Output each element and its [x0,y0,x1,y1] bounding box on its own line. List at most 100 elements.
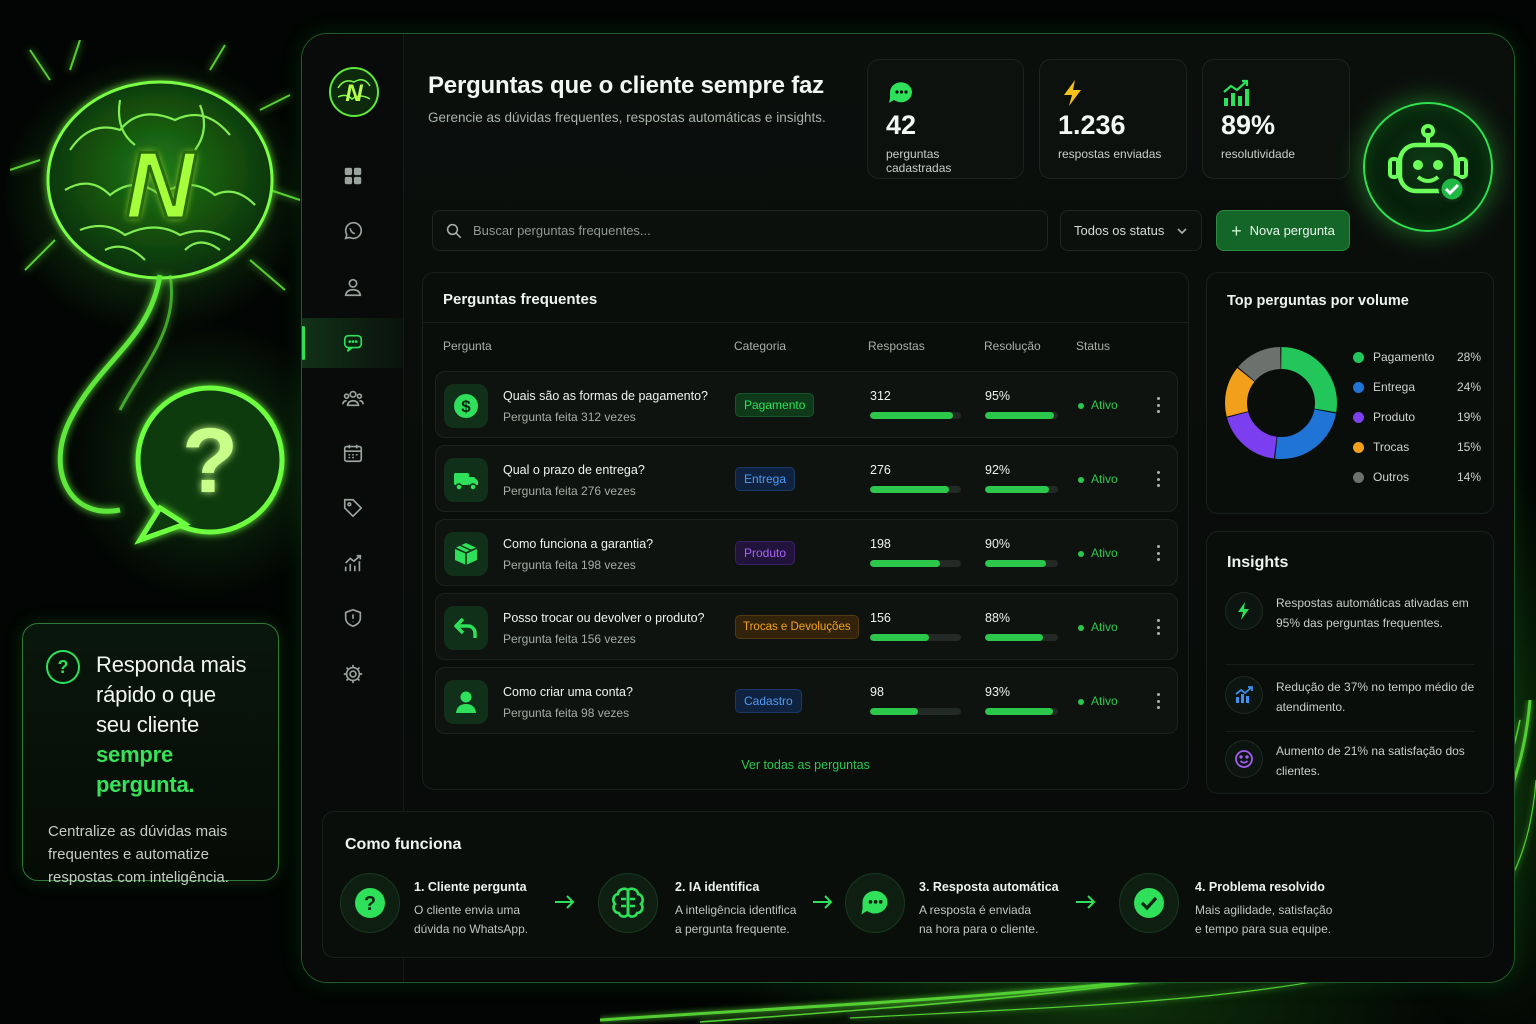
more-options-icon[interactable] [1150,543,1166,563]
step-question-glyph: ? [364,893,376,915]
question-title: Como funciona a garantia? [503,537,654,551]
category-badge: Trocas e Devoluções [735,615,859,639]
how-it-works-title: Como funciona [345,836,462,853]
status-filter-value: Todos os status [1074,223,1165,238]
status-dot [1078,403,1084,409]
status-text: Ativo [1091,694,1118,708]
nav-item-calendar[interactable] [302,428,403,478]
bot-avatar [1363,102,1493,232]
question-count: Pergunta feita 98 vezes [503,706,630,720]
faq-row-delivery[interactable]: Qual o prazo de entrega? Pergunta feita … [435,445,1178,512]
status-filter-select[interactable]: Todos os status [1060,210,1202,251]
return-arrow-icon [444,606,488,650]
insight-text: Redução de 37% no tempo médio de atendim… [1276,680,1475,714]
nav-item-tags[interactable] [302,483,403,533]
search-field[interactable] [432,210,1048,251]
question-count: Pergunta feita 312 vezes [503,410,636,424]
tag-icon [343,498,362,518]
question-circle-icon: ? [46,650,80,684]
nav-item-dashboard[interactable] [302,151,403,201]
legend-label: Produto [1373,410,1416,424]
nav-item-reports[interactable] [302,538,403,588]
faq-row-warranty[interactable]: Como funciona a garantia? Pergunta feita… [435,519,1178,586]
responses-bar-fill [870,560,941,567]
category-badge: Cadastro [735,689,802,713]
step-text: A resposta é enviada na hora para o clie… [919,901,1038,939]
arrow-right-icon [1076,895,1096,909]
resolution-bar [985,486,1058,493]
legend-dot [1353,382,1364,393]
question-count: Pergunta feita 156 vezes [503,632,636,646]
new-question-label: Nova pergunta [1249,223,1335,238]
more-options-icon[interactable] [1150,469,1166,489]
nav-item-faq[interactable] [302,318,403,368]
resolution-bar-fill [985,486,1050,493]
stat-card-questions: 42 perguntas cadastradas [867,59,1024,179]
responses-bar [870,634,961,641]
resolution-value: 88% [985,611,1011,625]
legend-percent: 15% [1456,440,1481,454]
search-icon [446,223,462,238]
column-header-category[interactable]: Categoria [734,339,786,353]
faq-row-account[interactable]: Como criar uma conta? Pergunta feita 98 … [435,667,1178,734]
legend-percent: 24% [1456,380,1481,394]
faq-panel-title: Perguntas frequentes [443,291,598,308]
brain-logo-letter: N [125,132,196,239]
responses-value: 156 [870,611,891,625]
faq-row-returns[interactable]: Posso trocar ou devolver o produto? Perg… [435,593,1178,660]
check-circle-icon [1119,873,1179,933]
step-text-line: Mais agilidade, satisfação [1195,903,1333,917]
more-options-icon[interactable] [1150,617,1166,637]
see-all-questions-link[interactable]: Ver todas as perguntas [423,758,1188,772]
step-text: O cliente envia uma dúvida no WhatsApp. [414,901,528,939]
new-question-button[interactable]: + Nova pergunta [1216,210,1350,251]
more-options-icon[interactable] [1150,691,1166,711]
faq-row-payment[interactable]: $ Quais são as formas de pagamento? Perg… [435,371,1178,438]
category-badge: Pagamento [735,393,815,417]
responses-value: 198 [870,537,891,551]
brain-logo[interactable]: N [326,64,382,120]
stat-label: perguntas cadastradas [886,147,952,175]
responses-bar-fill [870,486,950,493]
users-icon [341,390,364,407]
nav-item-contacts[interactable] [302,262,403,312]
column-header-resolution[interactable]: Resolução [984,339,1041,353]
whatsapp-icon [343,221,362,240]
insight-item: Redução de 37% no tempo médio de atendim… [1225,676,1480,722]
responses-bar-fill [870,708,919,715]
nav-item-settings[interactable] [302,649,403,699]
column-header-responses[interactable]: Respostas [868,339,925,353]
status-text: Ativo [1091,546,1118,560]
responses-bar-fill [870,634,930,641]
responses-bar [870,708,961,715]
more-options-icon[interactable] [1150,395,1166,415]
resolution-value: 92% [985,463,1011,477]
hero-card: ? Responda mais rápido o que seu cliente… [22,623,279,886]
responses-bar-fill [870,412,953,419]
hero-description: Centralize as dúvidas mais frequentes e … [48,823,229,886]
page-subtitle: Gerencie as dúvidas frequentes, resposta… [428,110,826,125]
legend-percent: 28% [1456,350,1481,364]
search-input[interactable] [473,223,1047,238]
responses-bar [870,486,961,493]
step-text-line: na hora para o cliente. [919,922,1039,936]
grid-icon [344,167,361,185]
responses-bar [870,560,961,567]
nav-item-security[interactable] [302,593,403,643]
top-questions-panel: Top perguntas por volume Pagamento 28% Ent… [1206,272,1494,514]
legend-item-produto: Produto 19% [1353,410,1481,426]
nav-item-team[interactable] [302,373,403,423]
responses-value: 276 [870,463,891,477]
column-header-status[interactable]: Status [1076,339,1110,353]
donut-chart [1225,347,1337,459]
column-header-question[interactable]: Pergunta [443,339,492,353]
legend-dot [1353,472,1364,483]
resolution-value: 95% [985,389,1011,403]
step-text-line: e tempo para sua equipe. [1195,922,1332,936]
insight-item: Aumento de 21% na satisfação dos cliente… [1225,740,1480,786]
gear-icon [343,664,362,684]
resolution-bar [985,560,1058,567]
hero-title-line: seu cliente [96,712,199,737]
nav-item-whatsapp[interactable] [302,206,403,256]
legend-percent: 14% [1456,470,1481,484]
